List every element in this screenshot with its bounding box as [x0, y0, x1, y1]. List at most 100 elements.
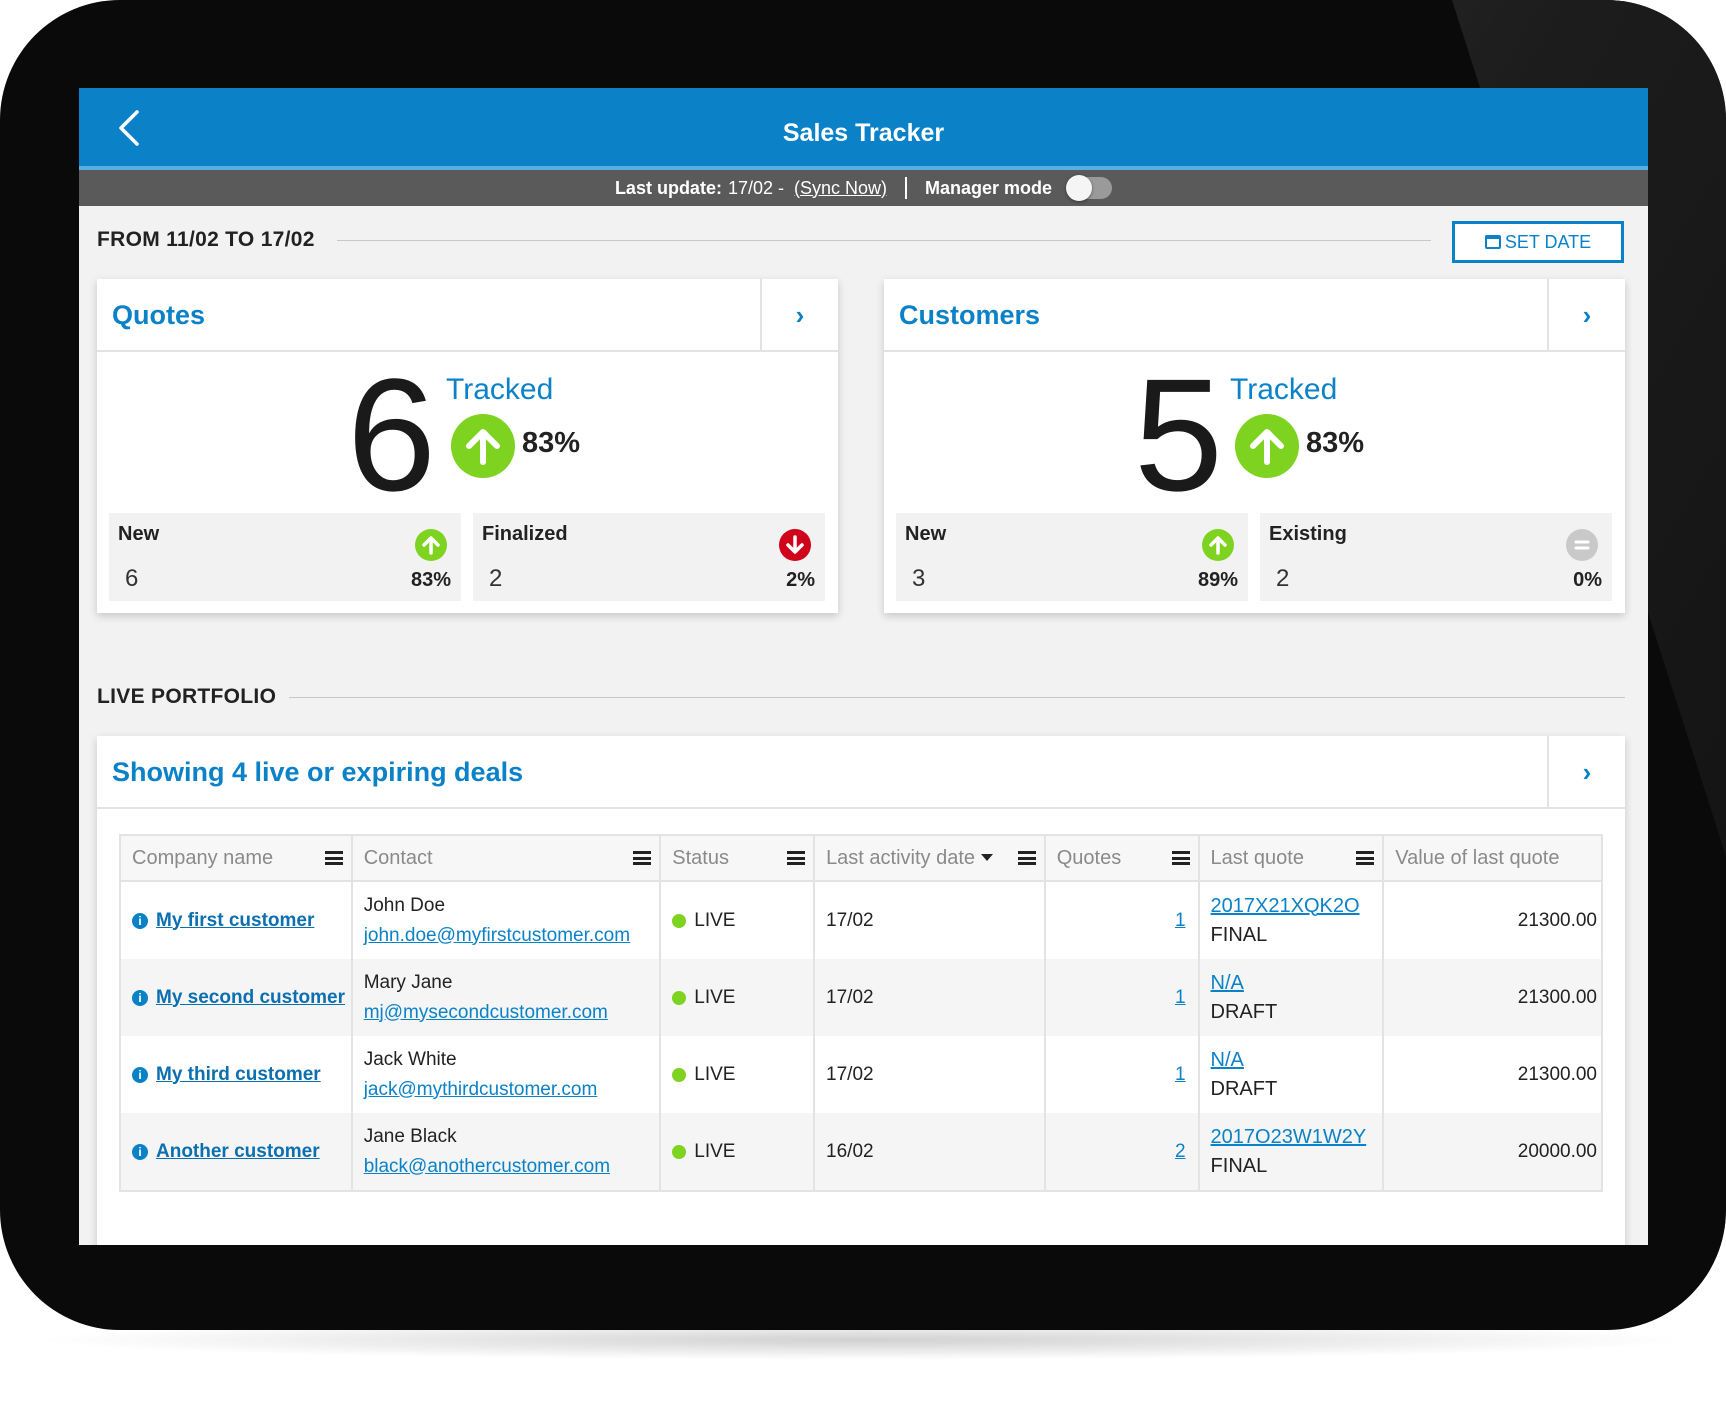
live-portfolio-label: LIVE PORTFOLIO	[97, 685, 277, 708]
column-header-contact[interactable]: Contact	[353, 836, 662, 880]
quotes-card-open-button[interactable]: ›	[760, 279, 838, 352]
quotes-card-title: Quotes	[112, 300, 206, 330]
contact-name: Mary Jane	[363, 971, 453, 993]
tablet-frame: Sales Tracker Last update: 17/02 - (Sync…	[0, 0, 1726, 1330]
contact-email-link[interactable]: jack@mythirdcustomer.com	[364, 1079, 660, 1101]
column-menu-icon[interactable]	[324, 851, 343, 865]
info-icon[interactable]: i	[132, 912, 148, 929]
live-status-dot-icon	[672, 1144, 687, 1159]
chevron-right-icon: ›	[1582, 757, 1592, 787]
toggle-knob	[1066, 175, 1093, 201]
column-header-status[interactable]: Status	[661, 836, 816, 880]
sync-now-link[interactable]: (Sync Now)	[794, 178, 887, 199]
table-row[interactable]: i My third customer Jack White jack@mythir…	[121, 1036, 1601, 1113]
last-quote-link[interactable]: N/A	[1211, 1049, 1383, 1072]
column-header-company[interactable]: Company name	[121, 836, 353, 880]
info-icon[interactable]: i	[132, 1143, 148, 1160]
quotes-count-link[interactable]: 1	[1175, 987, 1186, 1009]
status-text: LIVE	[694, 1063, 736, 1085]
manager-mode-toggle[interactable]	[1066, 175, 1113, 201]
contact-name: John Doe	[363, 894, 446, 916]
contact-name: Jane Black	[363, 1125, 457, 1147]
sync-bar-separator	[905, 177, 908, 199]
customers-count: 5	[1134, 345, 1223, 524]
last-quote-link[interactable]: 2017X21XQK2O	[1211, 895, 1383, 918]
last-quote-value: 21300.00	[1517, 986, 1597, 1008]
tablet-shadow	[30, 1320, 1696, 1360]
quotes-tracked-label: Tracked	[446, 373, 554, 406]
info-icon[interactable]: i	[132, 1066, 148, 1083]
column-menu-icon[interactable]	[1017, 851, 1036, 865]
last-update-date: 17/02 -	[727, 177, 784, 198]
stat-label: Existing	[1269, 523, 1347, 545]
column-label: Value of last quote	[1395, 847, 1560, 869]
last-quote-state: FINAL	[1210, 923, 1268, 946]
column-header-last-activity[interactable]: Last activity date	[815, 836, 1046, 880]
portfolio-divider	[289, 697, 1625, 698]
back-chevron-icon[interactable]	[111, 108, 151, 148]
stat-label: Finalized	[482, 523, 568, 545]
table-row[interactable]: i Another customer Jane Black black@anothe…	[121, 1113, 1601, 1190]
column-header-value[interactable]: Value of last quote	[1384, 836, 1601, 880]
company-link[interactable]: i My third customer	[132, 1064, 351, 1086]
chevron-right-icon: ›	[1582, 300, 1592, 330]
live-status-dot-icon	[672, 913, 687, 928]
column-menu-icon[interactable]	[1171, 851, 1190, 865]
portfolio-card-header: Showing 4 live or expiring deals ›	[97, 736, 1625, 809]
company-link[interactable]: i My second customer	[132, 987, 351, 1009]
stat-pct: 83%	[410, 569, 451, 591]
period-divider	[337, 240, 1431, 241]
chevron-right-icon: ›	[795, 300, 805, 330]
status-text: LIVE	[694, 909, 736, 931]
customers-card-open-button[interactable]: ›	[1547, 279, 1625, 352]
sort-descending-icon	[981, 854, 994, 861]
customers-existing-stat: Existing 2 0%	[1260, 513, 1612, 601]
quotes-count-link[interactable]: 1	[1175, 1064, 1186, 1086]
company-name[interactable]: My third customer	[156, 1064, 321, 1086]
last-quote-link[interactable]: N/A	[1211, 972, 1383, 995]
trend-up-icon	[451, 414, 515, 478]
table-row[interactable]: i My first customer John Doe john.doe@myfi…	[121, 882, 1601, 959]
company-name[interactable]: My first customer	[156, 910, 314, 932]
last-activity-date: 17/02	[826, 909, 874, 931]
info-icon[interactable]: i	[132, 989, 148, 1006]
company-link[interactable]: i Another customer	[132, 1141, 351, 1163]
quotes-new-stat: New 6 83%	[109, 513, 461, 601]
column-menu-icon[interactable]	[1356, 851, 1375, 865]
column-label: Last activity date	[826, 847, 976, 869]
last-quote-value: 21300.00	[1517, 909, 1597, 931]
set-date-button[interactable]: SET DATE	[1452, 221, 1624, 263]
column-menu-icon[interactable]	[633, 851, 652, 865]
column-label: Contact	[363, 847, 433, 869]
company-name[interactable]: My second customer	[156, 987, 345, 1009]
status-text: LIVE	[694, 986, 736, 1008]
table-row[interactable]: i My second customer Mary Jane mj@mysecond…	[121, 959, 1601, 1036]
column-menu-icon[interactable]	[787, 851, 806, 865]
last-quote-value: 20000.00	[1517, 1140, 1597, 1162]
quotes-count-link[interactable]: 2	[1175, 1141, 1186, 1163]
trend-up-icon	[1202, 529, 1234, 561]
contact-email-link[interactable]: mj@mysecondcustomer.com	[364, 1002, 660, 1024]
live-status-dot-icon	[672, 990, 687, 1005]
contact-email-link[interactable]: black@anothercustomer.com	[364, 1156, 660, 1178]
manager-mode-label: Manager mode	[925, 177, 1053, 198]
portfolio-open-button[interactable]: ›	[1547, 736, 1625, 809]
contact-email-link[interactable]: john.doe@myfirstcustomer.com	[364, 925, 660, 947]
portfolio-card-title: Showing 4 live or expiring deals	[112, 757, 524, 787]
quotes-tracked-pct: 83%	[522, 427, 581, 459]
quotes-count-link[interactable]: 1	[1175, 910, 1186, 932]
last-quote-link[interactable]: 2017O23W1W2Y	[1211, 1126, 1383, 1149]
last-update-label: Last update:	[614, 177, 722, 198]
quotes-finalized-stat: Finalized 2 2%	[473, 513, 825, 601]
column-header-last-quote[interactable]: Last quote	[1200, 836, 1385, 880]
set-date-label: SET DATE	[1504, 231, 1592, 252]
column-header-quotes[interactable]: Quotes	[1046, 836, 1200, 880]
calendar-icon	[1484, 235, 1501, 249]
company-link[interactable]: i My first customer	[132, 910, 351, 932]
quotes-card-header: Quotes ›	[97, 279, 838, 352]
company-name[interactable]: Another customer	[156, 1141, 320, 1163]
last-quote-state: DRAFT	[1210, 1077, 1278, 1100]
stat-value: 3	[912, 565, 926, 592]
customers-tracked-label: Tracked	[1230, 373, 1338, 406]
trend-up-icon	[415, 529, 447, 561]
